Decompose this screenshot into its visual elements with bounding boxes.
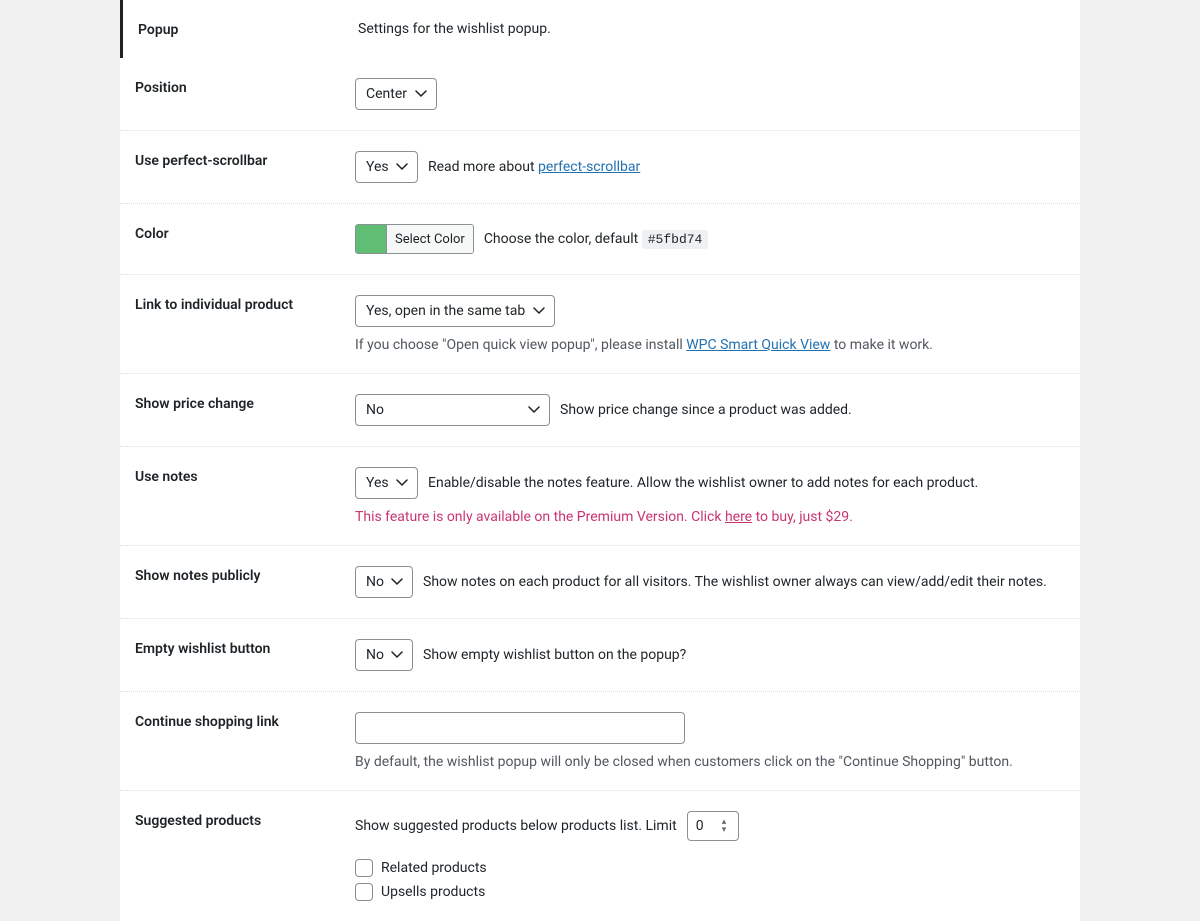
label-price-change: Show price change — [135, 394, 355, 426]
row-empty-wishlist-button: Empty wishlist button No Show empty wish… — [120, 619, 1080, 692]
position-select[interactable]: Center — [355, 78, 437, 110]
row-price-change: Show price change No Show price change s… — [120, 374, 1080, 447]
upsells-products-checkbox[interactable] — [355, 883, 373, 901]
continue-shopping-link-help: By default, the wishlist popup will only… — [355, 754, 1065, 770]
use-notes-desc: Enable/disable the notes feature. Allow … — [428, 475, 978, 491]
price-change-desc: Show price change since a product was ad… — [560, 402, 852, 418]
color-picker[interactable]: Select Color — [355, 224, 474, 254]
upsells-products-label: Upsells products — [381, 884, 485, 900]
label-show-notes-publicly: Show notes publicly — [135, 566, 355, 598]
label-perfect-scrollbar: Use perfect-scrollbar — [135, 151, 355, 183]
number-stepper-icon[interactable]: ▴▾ — [722, 816, 734, 836]
color-desc: Choose the color, default #5fbd74 — [484, 231, 709, 247]
related-products-label: Related products — [381, 860, 487, 876]
color-swatch-icon — [356, 225, 386, 253]
suggested-products-desc: Show suggested products below products l… — [355, 818, 677, 834]
row-use-notes: Use notes Yes Enable/disable the notes f… — [120, 447, 1080, 546]
label-link-product: Link to individual product — [135, 295, 355, 353]
perfect-scrollbar-select[interactable]: Yes — [355, 151, 418, 183]
section-desc: Settings for the wishlist popup. — [358, 21, 551, 37]
empty-wishlist-button-desc: Show empty wishlist button on the popup? — [423, 647, 686, 663]
empty-wishlist-button-select[interactable]: No — [355, 639, 413, 671]
row-perfect-scrollbar: Use perfect-scrollbar Yes Read more abou… — [120, 131, 1080, 204]
label-suggested-products: Suggested products — [135, 811, 355, 901]
premium-note: This feature is only available on the Pr… — [355, 509, 1065, 525]
select-color-button[interactable]: Select Color — [386, 225, 473, 253]
continue-shopping-link-input[interactable] — [355, 712, 685, 744]
row-suggested-products: Suggested products Show suggested produc… — [120, 791, 1080, 921]
wpc-quick-view-link[interactable]: WPC Smart Quick View — [686, 337, 830, 353]
row-color: Color Select Color Choose the color, def… — [120, 204, 1080, 275]
link-product-select[interactable]: Yes, open in the same tab — [355, 295, 555, 327]
show-notes-publicly-select[interactable]: No — [355, 566, 413, 598]
perfect-scrollbar-desc: Read more about perfect-scrollbar — [428, 159, 640, 175]
row-position: Position Center — [120, 58, 1080, 131]
label-use-notes: Use notes — [135, 467, 355, 525]
label-position: Position — [135, 78, 355, 110]
row-link-product: Link to individual product Yes, open in … — [120, 275, 1080, 374]
related-products-checkbox[interactable] — [355, 859, 373, 877]
use-notes-select[interactable]: Yes — [355, 467, 418, 499]
label-continue-shopping-link: Continue shopping link — [135, 712, 355, 770]
section-header-popup: Popup Settings for the wishlist popup. — [120, 0, 1080, 58]
section-title: Popup — [138, 20, 358, 38]
perfect-scrollbar-link[interactable]: perfect-scrollbar — [538, 159, 640, 175]
link-product-help: If you choose "Open quick view popup", p… — [355, 337, 1065, 353]
label-empty-wishlist-button: Empty wishlist button — [135, 639, 355, 671]
label-color: Color — [135, 224, 355, 254]
row-show-notes-publicly: Show notes publicly No Show notes on eac… — [120, 546, 1080, 619]
price-change-select[interactable]: No — [355, 394, 550, 426]
color-default-code: #5fbd74 — [642, 230, 709, 249]
premium-buy-link[interactable]: here — [725, 509, 752, 525]
row-continue-shopping-link: Continue shopping link By default, the w… — [120, 692, 1080, 791]
show-notes-publicly-desc: Show notes on each product for all visit… — [423, 574, 1047, 590]
